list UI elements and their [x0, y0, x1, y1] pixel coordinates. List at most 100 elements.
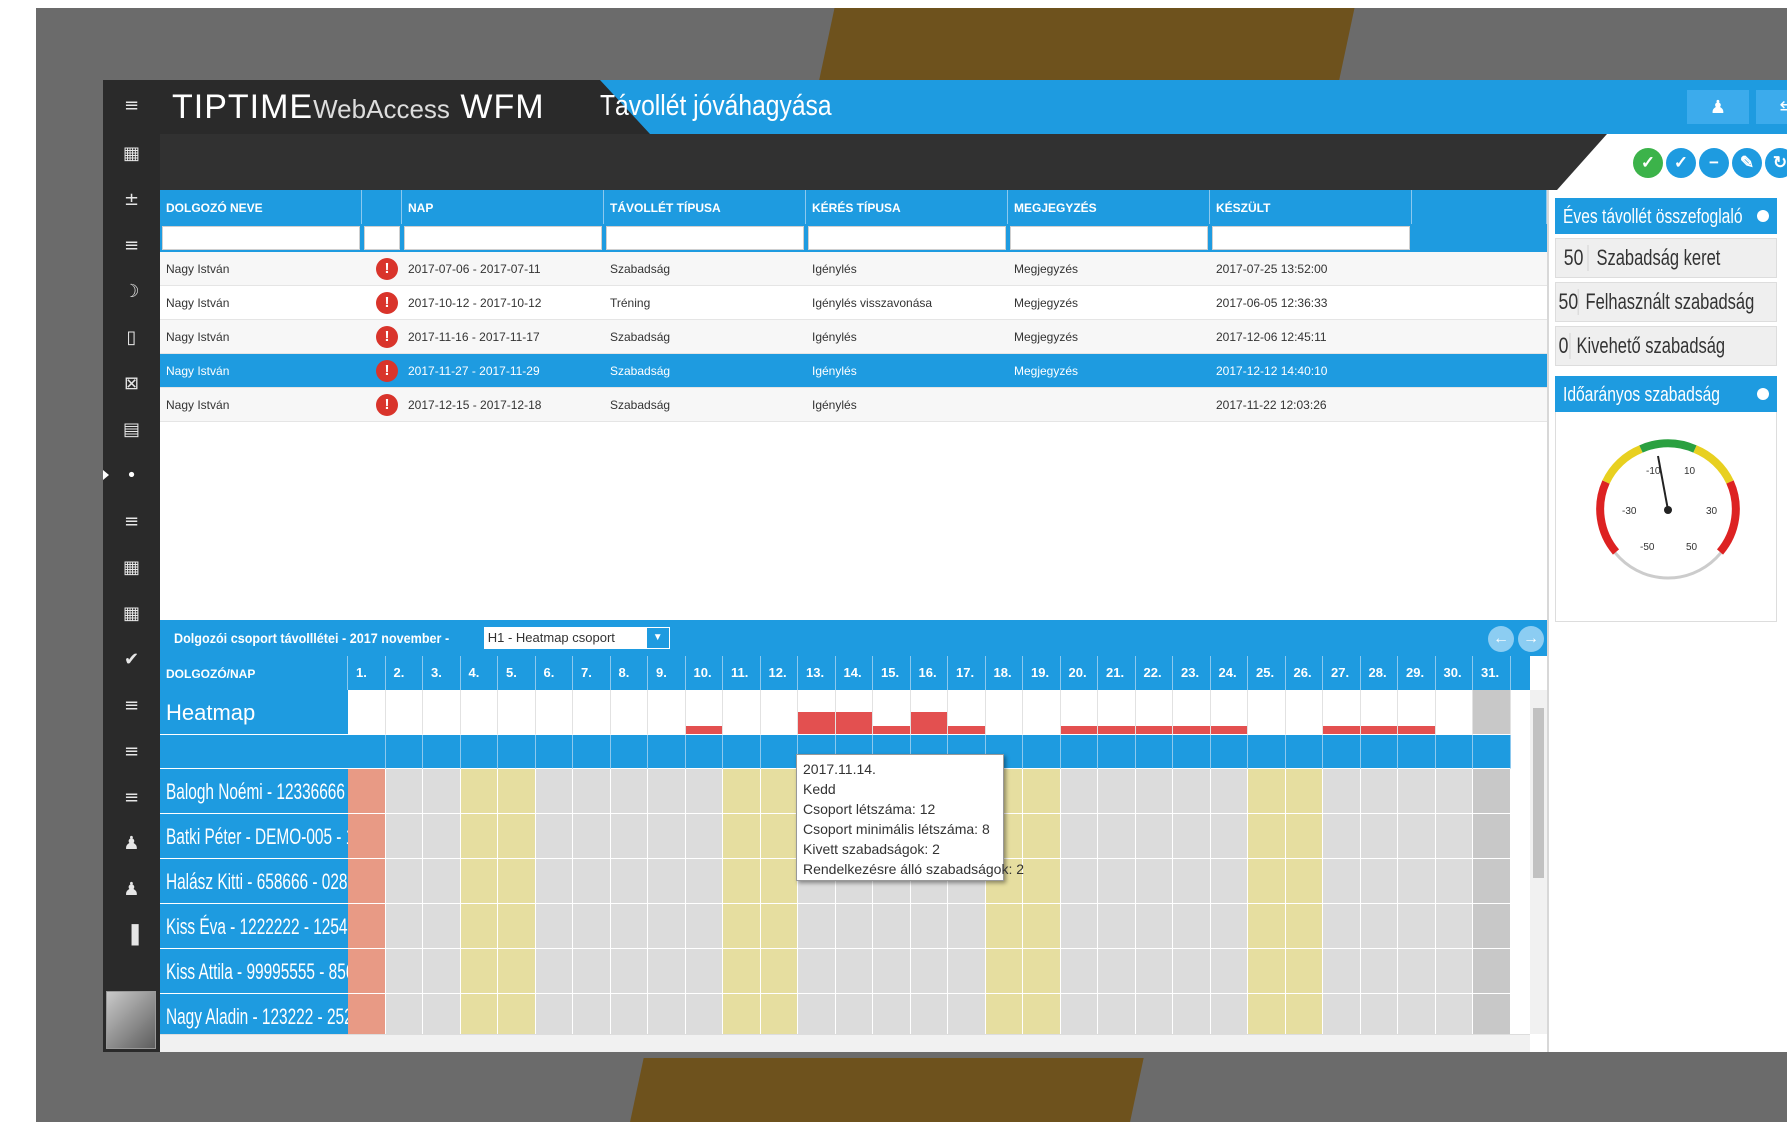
day-cell[interactable] [798, 994, 836, 1034]
day-cell[interactable] [1473, 904, 1511, 949]
employee-name[interactable]: Kiss Éva - 1222222 - 12544444 [160, 904, 348, 949]
day-cell[interactable] [685, 994, 723, 1034]
day-cell[interactable] [385, 904, 423, 949]
dot-icon[interactable]: • [103, 452, 160, 498]
day-cell[interactable] [348, 904, 386, 949]
stack-icon[interactable]: ≡ [103, 222, 160, 268]
chevron-down-icon[interactable]: ▼ [645, 627, 670, 649]
day-header[interactable]: 24. [1211, 656, 1248, 690]
stack-icon[interactable]: ≡ [103, 774, 160, 820]
table-row[interactable]: Nagy István! 2017-11-16 - 2017-11-17 Szaba… [160, 320, 1547, 354]
heatmap-cell[interactable] [910, 690, 948, 735]
day-header[interactable]: 29. [1398, 656, 1436, 690]
day-header[interactable]: 16. [911, 656, 948, 690]
day-cell[interactable] [1398, 814, 1436, 859]
group-select[interactable]: H1 - Heatmap csoport ▼ [483, 627, 670, 649]
day-cell[interactable] [573, 814, 611, 859]
day-cell[interactable] [1398, 769, 1436, 814]
day-cell[interactable] [760, 949, 798, 994]
day-header[interactable]: 25. [1248, 656, 1286, 690]
day-cell[interactable] [1285, 949, 1323, 994]
day-cell[interactable] [498, 769, 536, 814]
day-header[interactable]: 23. [1173, 656, 1211, 690]
day-cell[interactable] [648, 769, 686, 814]
table-row[interactable]: Nagy István! 2017-10-12 - 2017-10-12 Tréni… [160, 286, 1547, 320]
day-cell[interactable] [685, 859, 723, 904]
day-cell[interactable] [1435, 769, 1473, 814]
day-cell[interactable] [1098, 859, 1136, 904]
day-cell[interactable] [1210, 814, 1248, 859]
day-header[interactable]: 7. [573, 656, 611, 690]
day-cell[interactable] [760, 769, 798, 814]
filter-input[interactable] [1212, 226, 1410, 250]
file-icon[interactable]: ▯ [103, 314, 160, 360]
day-cell[interactable] [1473, 769, 1511, 814]
day-cell[interactable] [423, 769, 461, 814]
day-cell[interactable] [423, 859, 461, 904]
day-cell[interactable] [1435, 859, 1473, 904]
reject-button[interactable]: − [1699, 148, 1729, 178]
day-cell[interactable] [873, 904, 911, 949]
day-cell[interactable] [348, 769, 386, 814]
day-cell[interactable] [798, 949, 836, 994]
calendar-icon[interactable]: ▦ [103, 544, 160, 590]
scroll-thumb[interactable] [1533, 708, 1544, 878]
approve-button[interactable]: ✓ [1633, 148, 1663, 178]
day-cell[interactable] [1023, 994, 1061, 1034]
day-cell[interactable] [1173, 949, 1211, 994]
heatmap-cell[interactable] [1210, 690, 1248, 735]
heatmap-cell[interactable] [1285, 690, 1323, 735]
warning-icon[interactable]: ! [376, 291, 398, 314]
filter-input[interactable] [404, 226, 602, 250]
day-cell[interactable] [1248, 769, 1286, 814]
day-cell[interactable] [1248, 949, 1286, 994]
employee-row[interactable]: Kiss Attila - 99995555 - 8562 [160, 949, 1530, 994]
grid-column-header[interactable]: NAP [402, 190, 604, 224]
warning-icon[interactable]: ! [376, 325, 398, 348]
day-cell[interactable] [1248, 814, 1286, 859]
heatmap-cell[interactable] [798, 690, 836, 735]
day-cell[interactable] [1098, 904, 1136, 949]
day-header[interactable]: 21. [1098, 656, 1136, 690]
day-cell[interactable] [1248, 994, 1286, 1034]
day-cell[interactable] [385, 949, 423, 994]
day-cell[interactable] [460, 994, 498, 1034]
day-cell[interactable] [498, 949, 536, 994]
employee-row[interactable]: Nagy Aladin - 123222 - 252888 [160, 994, 1530, 1034]
table-row[interactable]: Nagy István! 2017-07-06 - 2017-07-11 Szaba… [160, 252, 1547, 286]
prev-month-button[interactable]: ← [1488, 626, 1514, 652]
heatmap-cell[interactable] [760, 690, 798, 735]
day-cell[interactable] [1135, 859, 1173, 904]
heatmap-cell[interactable] [948, 690, 986, 735]
day-cell[interactable] [385, 814, 423, 859]
day-cell[interactable] [610, 814, 648, 859]
menu-icon[interactable]: ≡ [103, 80, 160, 130]
day-cell[interactable] [910, 904, 948, 949]
avatar[interactable] [106, 991, 156, 1049]
user-button[interactable]: ♟ [1687, 90, 1749, 124]
day-cell[interactable] [348, 814, 386, 859]
employee-name[interactable]: Nagy Aladin - 123222 - 252888 [160, 994, 348, 1034]
day-header[interactable]: 6. [536, 656, 573, 690]
day-cell[interactable] [1060, 859, 1098, 904]
filter-input[interactable] [162, 226, 360, 250]
day-cell[interactable] [685, 814, 723, 859]
day-cell[interactable] [1360, 994, 1398, 1034]
day-cell[interactable] [1323, 949, 1361, 994]
day-header[interactable]: 20. [1061, 656, 1098, 690]
day-cell[interactable] [948, 904, 986, 949]
day-cell[interactable] [535, 949, 573, 994]
next-month-button[interactable]: → [1518, 626, 1544, 652]
vertical-scrollbar[interactable] [1530, 690, 1547, 1034]
day-cell[interactable] [1135, 814, 1173, 859]
warning-icon[interactable]: ! [376, 393, 398, 416]
employee-name[interactable]: Kiss Attila - 99995555 - 8562 [160, 949, 348, 994]
day-cell[interactable] [985, 994, 1023, 1034]
day-header[interactable]: 12. [761, 656, 798, 690]
heatmap-cell[interactable] [1248, 690, 1286, 735]
day-cell[interactable] [648, 994, 686, 1034]
approve-all-button[interactable]: ✓ [1666, 148, 1696, 178]
day-cell[interactable] [348, 949, 386, 994]
day-cell[interactable] [498, 904, 536, 949]
day-header[interactable]: 28. [1361, 656, 1398, 690]
